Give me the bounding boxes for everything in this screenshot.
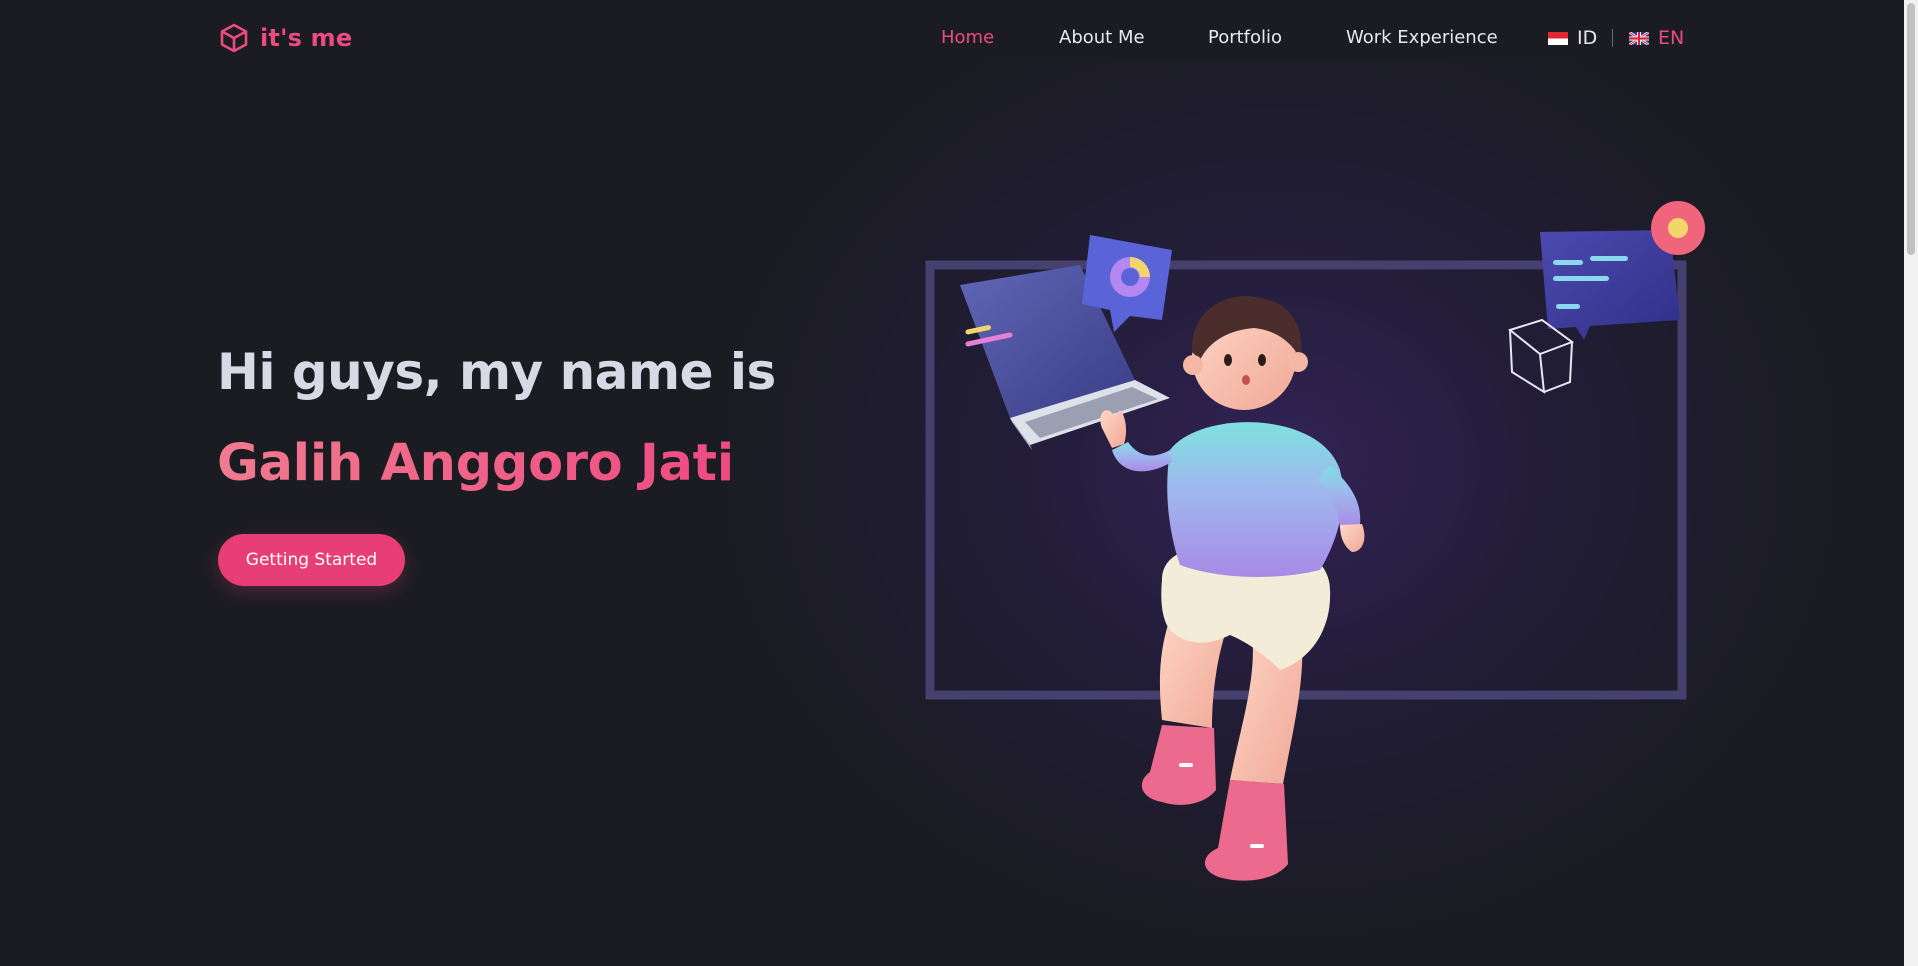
uk-flag-icon [1629,31,1649,45]
hero-illustration [900,180,1720,920]
language-option-en[interactable]: EN [1629,27,1684,49]
main-nav: Home About Me Portfolio Work Experience [0,27,1904,51]
indonesia-flag-icon [1548,31,1568,45]
language-label-id: ID [1577,27,1598,49]
navbar: it's me Home About Me Portfolio Work Exp… [0,0,1904,76]
scrollbar-thumb[interactable] [1907,3,1915,255]
getting-started-button[interactable]: Getting Started [218,534,405,586]
language-label-en: EN [1658,27,1685,49]
nav-about-me[interactable]: About Me [1059,27,1145,48]
nav-portfolio[interactable]: Portfolio [1208,27,1282,48]
character-illustration [925,201,1705,881]
page-scrollbar[interactable] [1904,0,1918,966]
nav-work-experience[interactable]: Work Experience [1346,27,1498,48]
language-option-id[interactable]: ID [1548,27,1597,49]
hero-name: Galih Anggoro Jati [217,434,734,493]
hero-greeting: Hi guys, my name is [217,343,776,401]
nav-home[interactable]: Home [941,27,994,48]
language-divider [1612,29,1613,47]
wireframe-cube-icon [1507,318,1575,394]
